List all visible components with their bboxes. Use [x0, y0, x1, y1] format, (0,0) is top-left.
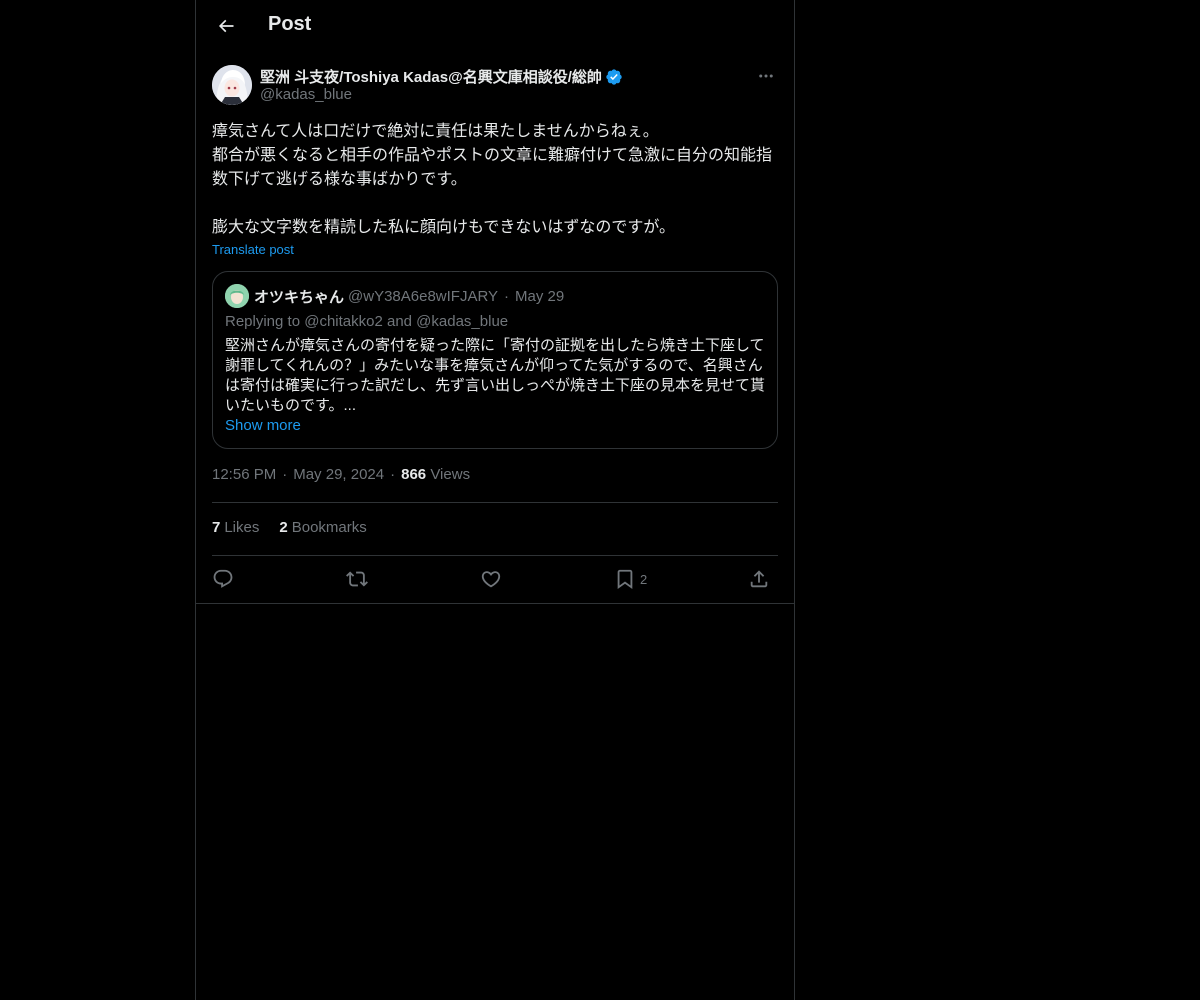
divider: [212, 555, 778, 556]
primary-column: Post 堅洲 斗支夜/Toshiya Kadas@名興文庫相談役/総帥 @ka…: [195, 0, 795, 1000]
more-horizontal-icon: [759, 74, 773, 78]
back-button[interactable]: [208, 8, 244, 44]
bookmark-count: 2: [640, 571, 648, 587]
views-count: 866: [401, 466, 427, 483]
bookmarks-count: 2: [279, 519, 288, 536]
arrow-left-icon: [218, 19, 234, 33]
share-button[interactable]: [748, 566, 770, 592]
verified-badge-icon[interactable]: [605, 68, 623, 86]
repost-icon: [346, 571, 368, 587]
post-date[interactable]: May 29, 2024: [293, 466, 384, 483]
post-meta: 12:56 PM · May 29, 2024 · 866 Views: [212, 466, 470, 483]
likes-count: 7: [212, 519, 221, 536]
engagement-stats: 7 Likes 2 Bookmarks: [212, 519, 387, 536]
author-name[interactable]: 堅洲 斗支夜/Toshiya Kadas@名興文庫相談役/総帥: [260, 66, 602, 87]
reply-button[interactable]: [212, 566, 234, 592]
quote-header: オツキちゃん @wY38A6e8wIFJARY · May 29: [225, 284, 564, 308]
post-bottom-border: [196, 603, 794, 604]
meta-separator: ·: [390, 466, 396, 483]
views-label: Views: [430, 466, 471, 483]
author-name-row[interactable]: 堅洲 斗支夜/Toshiya Kadas@名興文庫相談役/総帥: [260, 66, 623, 87]
quote-separator: ·: [504, 287, 510, 305]
quote-avatar-image: [225, 284, 249, 308]
post-text: 瘴気さんて人は口だけで絶対に責任は果たしませんからねぇ。 都合が悪くなると相手の…: [212, 123, 773, 236]
likes-label: Likes: [224, 519, 260, 536]
author-handle[interactable]: @kadas_blue: [260, 86, 352, 103]
like-button[interactable]: [480, 566, 502, 592]
divider: [212, 502, 778, 503]
quoted-post-card[interactable]: オツキちゃん @wY38A6e8wIFJARY · May 29 Replyin…: [212, 271, 778, 449]
quote-avatar: [225, 284, 249, 308]
quote-date: May 29: [515, 287, 565, 305]
translate-post-link[interactable]: Translate post: [212, 242, 294, 257]
bookmarks-label: Bookmarks: [291, 519, 367, 536]
share-icon: [750, 570, 768, 588]
author-avatar[interactable]: [212, 65, 252, 105]
action-bar: 2: [212, 564, 778, 594]
repost-button[interactable]: [346, 566, 368, 592]
post-time[interactable]: 12:56 PM: [212, 466, 276, 483]
bookmark-icon: [617, 569, 633, 590]
page-title: Post: [268, 13, 312, 35]
quote-author-handle: @wY38A6e8wIFJARY: [348, 287, 499, 305]
more-button[interactable]: [754, 64, 778, 88]
show-more-link[interactable]: Show more: [225, 417, 301, 434]
meta-separator: ·: [282, 466, 288, 483]
bookmarks-stat[interactable]: 2 Bookmarks: [279, 519, 366, 536]
likes-stat[interactable]: 7 Likes: [212, 519, 259, 536]
quote-author-name: オツキちゃん: [254, 288, 345, 306]
heart-icon: [481, 571, 501, 588]
avatar-image: [212, 65, 252, 105]
quote-replying-to: Replying to @chitakko2 and @kadas_blue: [225, 313, 509, 330]
quote-text: 堅洲さんが瘴気さんの寄付を疑った際に「寄付の証拠を出したら焼き土下座して謝罪して…: [225, 337, 766, 414]
bookmark-button[interactable]: 2: [614, 566, 647, 592]
reply-icon: [213, 569, 233, 588]
page-header: Post: [196, 0, 794, 54]
